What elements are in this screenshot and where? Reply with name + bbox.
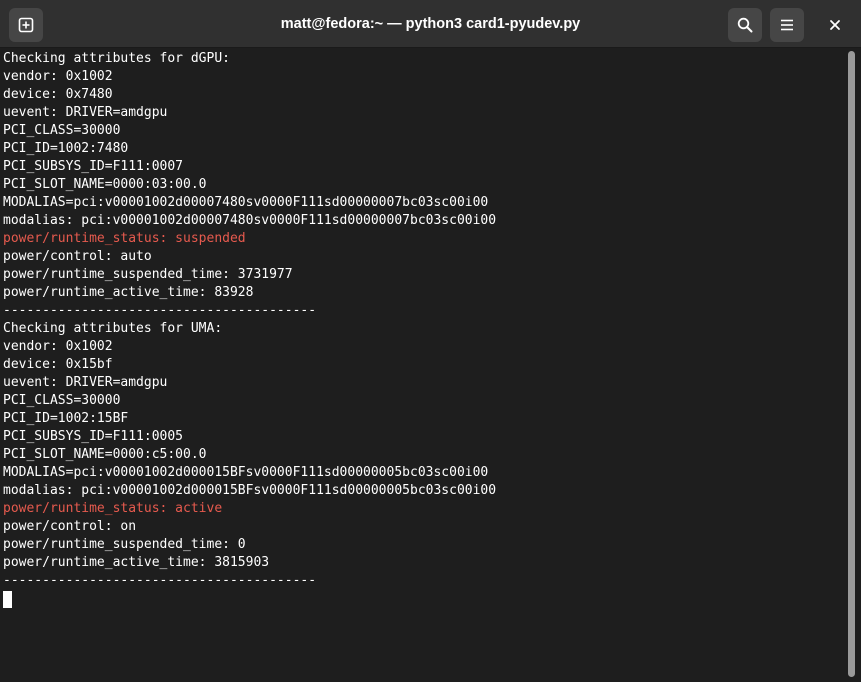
title-bar[interactable]: matt@fedora:~ — python3 card1-pyudev.py — [0, 0, 861, 48]
terminal-line: PCI_SLOT_NAME=0000:c5:00.0 — [3, 447, 207, 462]
menu-button[interactable] — [770, 8, 804, 42]
search-button[interactable] — [728, 8, 762, 42]
plus-square-icon — [18, 17, 34, 33]
vertical-scrollbar[interactable] — [845, 48, 861, 682]
terminal-line-highlighted: power/runtime_status: suspended — [3, 231, 246, 246]
terminal-line: Checking attributes for UMA: — [3, 321, 223, 336]
terminal-line: device: 0x7480 — [3, 87, 113, 102]
terminal-output[interactable]: Checking attributes for dGPU: vendor: 0x… — [0, 48, 845, 682]
terminal-line: vendor: 0x1002 — [3, 339, 113, 354]
terminal-line: vendor: 0x1002 — [3, 69, 113, 84]
hamburger-menu-icon — [781, 19, 793, 31]
terminal-line: power/control: on — [3, 519, 137, 534]
terminal-line: PCI_SUBSYS_ID=F111:0005 — [3, 429, 184, 444]
terminal-line: device: 0x15bf — [3, 357, 113, 372]
terminal-line: power/runtime_active_time: 83928 — [3, 285, 254, 300]
terminal-line: power/control: auto — [3, 249, 152, 264]
terminal-window: matt@fedora:~ — python3 card1-pyudev.py … — [0, 0, 861, 682]
terminal-line: PCI_ID=1002:15BF — [3, 411, 129, 426]
separator-line: ---------------------------------------- — [3, 573, 317, 588]
search-icon — [737, 17, 753, 33]
terminal-line: PCI_CLASS=30000 — [3, 393, 121, 408]
terminal-line: uevent: DRIVER=amdgpu — [3, 375, 168, 390]
terminal-line: PCI_CLASS=30000 — [3, 123, 121, 138]
terminal-line: modalias: pci:v00001002d000015BFsv0000F1… — [3, 483, 497, 498]
terminal-line: PCI_ID=1002:7480 — [3, 141, 129, 156]
terminal-line: Checking attributes for dGPU: — [3, 51, 230, 66]
terminal-line: MODALIAS=pci:v00001002d00007480sv0000F11… — [3, 195, 489, 210]
terminal-line: power/runtime_suspended_time: 3731977 — [3, 267, 293, 282]
terminal-line: MODALIAS=pci:v00001002d000015BFsv0000F11… — [3, 465, 489, 480]
terminal-line-highlighted: power/runtime_status: active — [3, 501, 223, 516]
terminal-line: uevent: DRIVER=amdgpu — [3, 105, 168, 120]
terminal-line: power/runtime_suspended_time: 0 — [3, 537, 246, 552]
close-button[interactable] — [818, 8, 852, 42]
scrollbar-thumb[interactable] — [848, 51, 855, 677]
close-icon — [830, 20, 840, 30]
text-cursor — [3, 591, 12, 608]
terminal-line: PCI_SUBSYS_ID=F111:0007 — [3, 159, 184, 174]
terminal-line: power/runtime_active_time: 3815903 — [3, 555, 270, 570]
terminal-line: modalias: pci:v00001002d00007480sv0000F1… — [3, 213, 497, 228]
separator-line: ---------------------------------------- — [3, 303, 317, 318]
new-tab-button[interactable] — [9, 8, 43, 42]
terminal-line: PCI_SLOT_NAME=0000:03:00.0 — [3, 177, 207, 192]
